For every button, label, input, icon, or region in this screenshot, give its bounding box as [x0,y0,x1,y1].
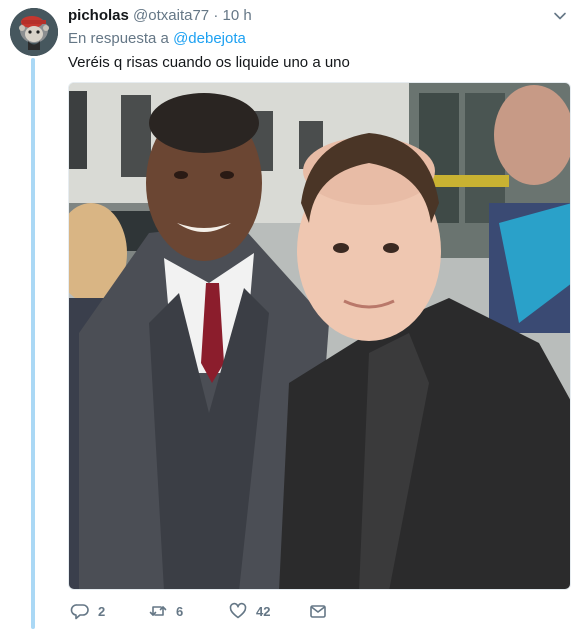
heart-icon [229,602,247,619]
reply-count: 2 [98,603,106,619]
retweet-count: 6 [176,603,184,619]
tweet-header: picholas @otxaita77 · 10 h [68,6,252,26]
direct-message-button[interactable] [308,601,328,621]
author-handle[interactable]: @otxaita77 [133,7,209,24]
reply-label: En respuesta a [68,30,169,47]
reply-button[interactable]: 2 [70,601,105,621]
like-button[interactable]: 42 [228,601,270,621]
reply-icon [70,604,89,620]
chevron-down-icon[interactable] [553,9,567,23]
header-separator: · [213,7,219,24]
thread-connector-line [31,58,35,629]
author-name[interactable]: picholas [68,7,129,24]
tweet-timestamp[interactable]: 10 h [222,7,251,24]
retweet-icon [149,606,167,616]
envelope-icon [310,605,326,618]
like-count: 42 [256,603,271,619]
reply-mention-link[interactable]: @debejota [173,30,246,47]
avatar[interactable] [10,8,58,56]
tweet-text: Veréis q risas cuando os liquide uno a u… [68,54,350,71]
retweet-button[interactable]: 6 [148,601,183,621]
tweet-photo[interactable] [68,82,571,590]
reply-context: En respuesta a @debejota [68,29,246,48]
tweet-actions-bar: 2 6 42 [68,601,358,621]
